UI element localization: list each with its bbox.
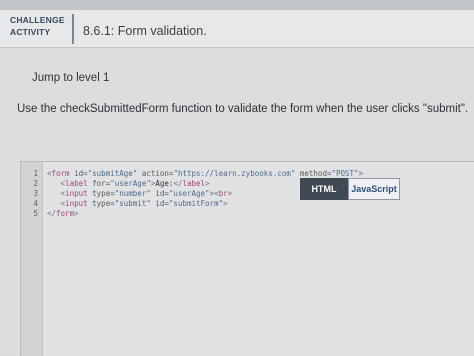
tab-html[interactable]: HTML [300, 178, 348, 200]
activity-content: Jump to level 1 Use the checkSubmittedFo… [0, 48, 474, 356]
activity-header: CHALLENGE ACTIVITY 8.6.1: Form validatio… [0, 10, 474, 48]
code-line[interactable]: </form> [47, 209, 79, 218]
activity-title: 8.6.1: Form validation. [83, 24, 207, 38]
code-token: id= [69, 169, 88, 178]
instructions-text: Use the checkSubmittedForm function to v… [17, 103, 469, 115]
line-number: 5 [33, 209, 38, 218]
code-token: input [65, 189, 88, 198]
code-line[interactable]: <label for="userAge">Age:</label> [47, 179, 210, 188]
line-number: 2 [33, 179, 38, 188]
code-token: id= [150, 199, 169, 208]
code-token: label [65, 179, 88, 188]
code-token: "number" [114, 189, 151, 198]
code-token: "submitForm" [168, 199, 224, 208]
code-token: Age: [155, 179, 174, 188]
code-token: >< [209, 189, 219, 198]
code-token: action= [137, 169, 174, 178]
code-token: label [182, 179, 206, 188]
code-token: > [227, 189, 233, 198]
code-token: form [56, 209, 75, 218]
code-token: "POST" [331, 169, 359, 178]
code-line[interactable]: <input type="submit" id="submitForm"> [47, 199, 228, 208]
code-token: type= [87, 189, 115, 198]
code-token: type= [87, 199, 115, 208]
code-token: method= [295, 169, 332, 178]
jump-to-level-1[interactable]: Jump to level 1 [32, 72, 109, 84]
code-token: for= [87, 179, 111, 188]
tab-javascript[interactable]: JavaScript [348, 178, 400, 200]
code-token: "userAge" [110, 179, 151, 188]
code-token: > [223, 199, 228, 208]
code-line[interactable]: <form id="submitAge" action="https://lea… [47, 169, 363, 178]
code-token: > [74, 209, 79, 218]
code-token: "https://learn.zybooks.com" [173, 169, 296, 178]
code-editor[interactable]: 1 2 3 4 5 <form id="submitAge" action="h… [20, 161, 474, 356]
code-token: "userAge" [168, 189, 210, 198]
line-number: 1 [33, 169, 38, 178]
badge-line-1: CHALLENGE [10, 15, 65, 25]
challenge-activity-badge: CHALLENGE ACTIVITY [6, 14, 74, 44]
line-number: 4 [33, 199, 38, 208]
code-token: "submit" [114, 199, 151, 208]
code-token: form [51, 169, 70, 178]
code-token: br [218, 189, 228, 198]
code-token: id= [150, 189, 169, 198]
badge-line-2: ACTIVITY [10, 27, 51, 37]
code-token: input [65, 199, 88, 208]
line-number-gutter: 1 2 3 4 5 [21, 162, 43, 356]
code-token: "submitAge" [87, 169, 138, 178]
language-tabs: HTML JavaScript [300, 178, 400, 200]
code-line[interactable]: <input type="number" id="userAge"><br> [47, 189, 233, 198]
code-token: > [205, 179, 210, 188]
code-token: > [358, 169, 364, 178]
line-number: 3 [33, 189, 38, 198]
code-token: </ [47, 209, 57, 218]
